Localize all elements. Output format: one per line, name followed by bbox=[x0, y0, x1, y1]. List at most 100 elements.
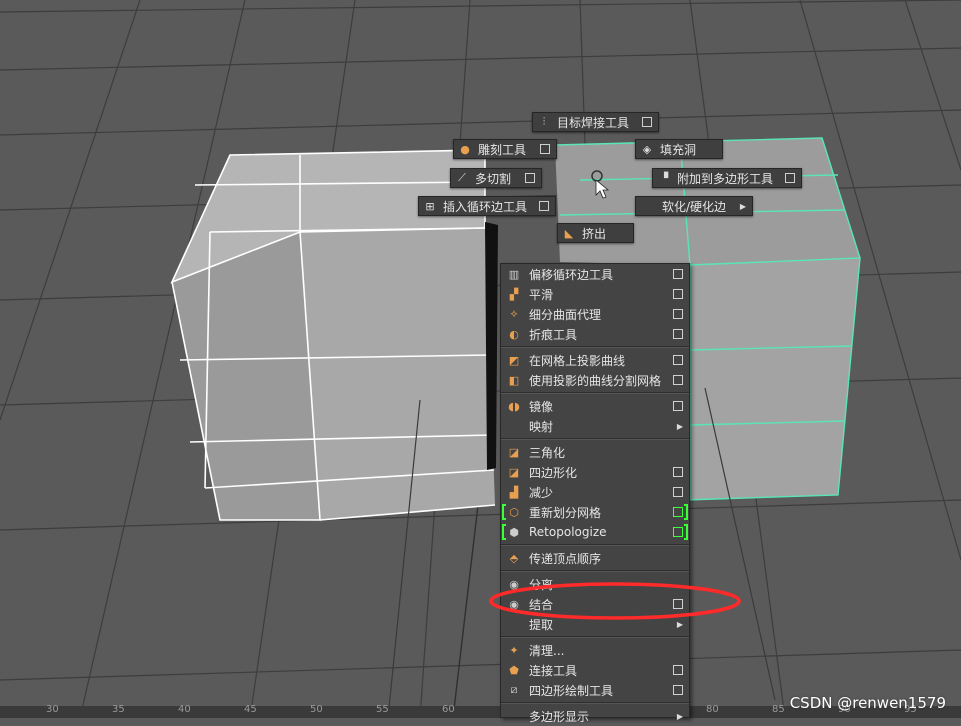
option-box[interactable] bbox=[673, 507, 683, 517]
quad-draw-icon: ⧄ bbox=[510, 683, 518, 696]
menu-item-quad-draw[interactable]: ⧄ 四边形绘制工具 bbox=[501, 680, 689, 700]
option-box[interactable] bbox=[525, 173, 535, 183]
combine-icon: ◉ bbox=[509, 597, 519, 611]
connect-icon: ⬟ bbox=[509, 663, 519, 677]
option-box[interactable] bbox=[673, 599, 683, 609]
highlight-bracket-right bbox=[684, 504, 688, 520]
option-box[interactable] bbox=[642, 117, 652, 127]
option-box[interactable] bbox=[673, 665, 683, 675]
ruler-tick: 35 bbox=[112, 704, 125, 715]
extrude-icon: ◣ bbox=[564, 226, 574, 240]
menu-item-split-mesh-curve[interactable]: ◧ 使用投影的曲线分割网格 bbox=[501, 370, 689, 390]
project-curve-icon: ◩ bbox=[508, 353, 520, 367]
option-box[interactable] bbox=[539, 201, 549, 211]
menu-divider bbox=[501, 570, 689, 572]
menu-item-combine[interactable]: ◉ 结合 bbox=[501, 594, 689, 614]
menu-item-separate[interactable]: ◉ 分离 bbox=[501, 574, 689, 594]
highlight-bracket-right bbox=[684, 524, 688, 540]
submenu-arrow-icon: ▶ bbox=[676, 619, 683, 629]
menu-item-subdiv-proxy[interactable]: ⟡ 细分曲面代理 bbox=[501, 304, 689, 324]
submenu-arrow-icon: ▶ bbox=[676, 711, 683, 721]
ruler-tick: 45 bbox=[244, 704, 257, 715]
option-box[interactable] bbox=[673, 685, 683, 695]
separate-icon: ◉ bbox=[509, 577, 519, 591]
ruler-tick: 50 bbox=[310, 704, 323, 715]
cleanup-icon: ✦ bbox=[509, 643, 519, 657]
insert-edge-loop-button[interactable]: ⊞ 插入循环边工具 bbox=[418, 196, 556, 216]
menu-item-mapping[interactable]: 映射 ▶ bbox=[501, 416, 689, 436]
option-box[interactable] bbox=[673, 467, 683, 477]
option-box[interactable] bbox=[673, 329, 683, 339]
ruler-tick: 40 bbox=[178, 704, 191, 715]
option-box[interactable] bbox=[673, 401, 683, 411]
menu-item-quadrangulate[interactable]: ◪ 四边形化 bbox=[501, 462, 689, 482]
append-poly-icon: ▝ bbox=[659, 171, 669, 185]
highlight-bracket-left bbox=[502, 524, 506, 540]
menu-item-connect-tool[interactable]: ⬟ 连接工具 bbox=[501, 660, 689, 680]
highlight-bracket-left bbox=[502, 504, 506, 520]
quadrangulate-icon: ◪ bbox=[508, 465, 520, 479]
transfer-vertex-icon: ⬘ bbox=[509, 551, 519, 565]
viewport-3d[interactable] bbox=[0, 0, 961, 718]
option-box[interactable] bbox=[673, 375, 683, 385]
edge-loop-icon: ⊞ bbox=[425, 199, 435, 213]
menu-divider bbox=[501, 544, 689, 546]
menu-item-transfer-vertex-order[interactable]: ⬘ 传递顶点顺序 bbox=[501, 548, 689, 568]
menu-item-poly-display[interactable]: 多边形显示 ▶ bbox=[501, 706, 689, 726]
ruler-tick: 30 bbox=[46, 704, 59, 715]
option-box[interactable] bbox=[540, 144, 550, 154]
menu-divider bbox=[501, 702, 689, 704]
menu-item-cleanup[interactable]: ✦ 清理... bbox=[501, 640, 689, 660]
reduce-icon: ▟ bbox=[509, 485, 519, 499]
option-box[interactable] bbox=[673, 269, 683, 279]
knife-icon: ⟋ bbox=[458, 171, 466, 184]
menu-item-retopologize[interactable]: ⬢ Retopologize bbox=[501, 522, 689, 542]
menu-item-crease-tool[interactable]: ◐ 折痕工具 bbox=[501, 324, 689, 344]
option-box[interactable] bbox=[673, 309, 683, 319]
multi-cut-button[interactable]: ⟋ 多切割 bbox=[450, 168, 542, 188]
ruler-tick: 85 bbox=[772, 704, 785, 715]
menu-item-remesh[interactable]: ⬡ 重新划分网格 bbox=[501, 502, 689, 522]
menu-divider bbox=[501, 392, 689, 394]
split-mesh-icon: ◧ bbox=[508, 373, 520, 387]
ruler-tick: 60 bbox=[442, 704, 455, 715]
sculpt-icon: ● bbox=[460, 142, 470, 156]
menu-item-triangulate[interactable]: ◪ 三角化 bbox=[501, 442, 689, 462]
menu-divider bbox=[501, 438, 689, 440]
menu-divider bbox=[501, 346, 689, 348]
ruler-tick: 80 bbox=[706, 704, 719, 715]
triangulate-icon: ◪ bbox=[508, 445, 520, 459]
option-box[interactable] bbox=[673, 487, 683, 497]
append-polygon-tool-button[interactable]: ▝ 附加到多边形工具 bbox=[652, 168, 802, 188]
menu-divider bbox=[501, 636, 689, 638]
submenu-arrow-icon: ▶ bbox=[676, 421, 683, 431]
menu-item-reduce[interactable]: ▟ 减少 bbox=[501, 482, 689, 502]
menu-item-smooth[interactable]: ▞ 平滑 bbox=[501, 284, 689, 304]
menu-item-project-curve[interactable]: ◩ 在网格上投影曲线 bbox=[501, 350, 689, 370]
crease-icon: ◐ bbox=[509, 327, 519, 341]
remesh-icon: ⬡ bbox=[509, 505, 519, 519]
option-box[interactable] bbox=[785, 173, 795, 183]
sculpt-tool-button[interactable]: ● 雕刻工具 bbox=[453, 139, 557, 159]
menu-item-offset-edge-loop[interactable]: ▥ 偏移循环边工具 bbox=[501, 264, 689, 284]
fill-hole-button[interactable]: ◈ 填充洞 bbox=[635, 139, 723, 159]
option-box[interactable] bbox=[673, 355, 683, 365]
option-box[interactable] bbox=[673, 527, 683, 537]
watermark: CSDN @renwen1579 bbox=[789, 694, 946, 712]
menu-item-extract[interactable]: 提取 ▶ bbox=[501, 614, 689, 634]
offset-loop-icon: ▥ bbox=[508, 267, 520, 281]
fill-hole-icon: ◈ bbox=[642, 142, 652, 156]
soften-harden-edge-button[interactable]: 软化/硬化边 ▶ bbox=[635, 196, 753, 216]
menu-item-mirror[interactable]: ◖◗ 镜像 bbox=[501, 396, 689, 416]
retopologize-icon: ⬢ bbox=[509, 525, 519, 539]
option-box[interactable] bbox=[673, 289, 683, 299]
smooth-icon: ▞ bbox=[509, 287, 519, 301]
target-weld-tool-button[interactable]: ⫶ 目标焊接工具 bbox=[532, 112, 659, 132]
target-weld-icon: ⫶ bbox=[542, 115, 546, 128]
submenu-arrow-icon: ▶ bbox=[739, 201, 746, 211]
mirror-icon: ◖◗ bbox=[508, 399, 520, 413]
extrude-button[interactable]: ◣ 挤出 bbox=[557, 223, 634, 243]
polygon-context-menu[interactable]: ▥ 偏移循环边工具 ▞ 平滑 ⟡ 细分曲面代理 ◐ 折痕工具 ◩ 在网格上投影曲… bbox=[500, 263, 690, 724]
left-cube[interactable] bbox=[170, 149, 498, 718]
subdiv-proxy-icon: ⟡ bbox=[510, 307, 518, 320]
